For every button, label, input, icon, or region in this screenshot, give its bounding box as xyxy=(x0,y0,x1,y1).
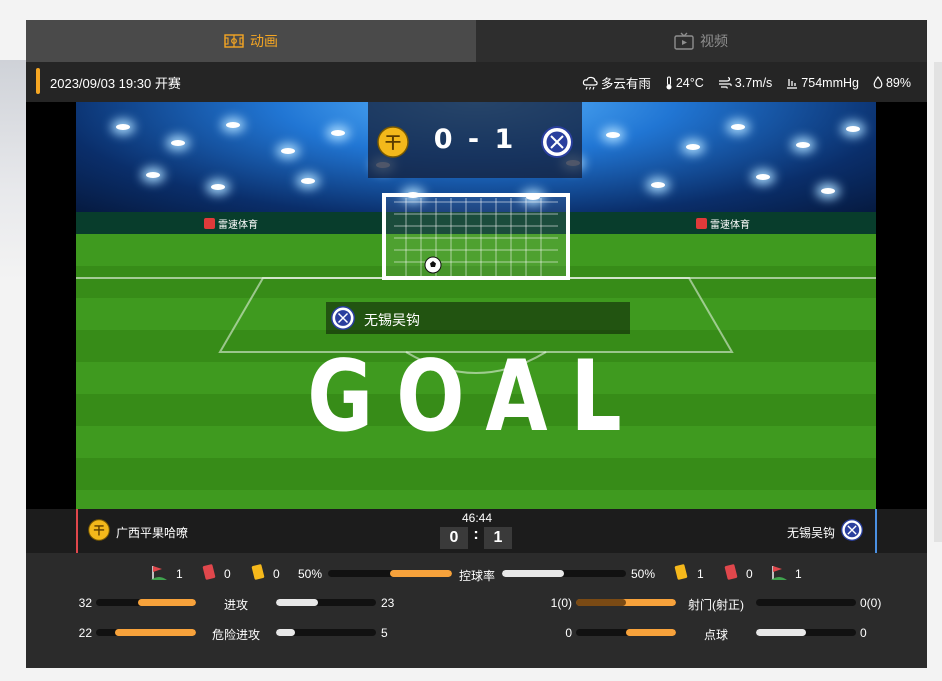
home-penalties-fill xyxy=(626,629,676,636)
home-shots-bar xyxy=(576,599,676,606)
home-team-name: 广西平果哈嘹 xyxy=(116,526,189,540)
home-yellow-card-icon xyxy=(251,564,265,580)
tab-animation-label: 动画 xyxy=(250,33,278,49)
away-red-cards: 0 xyxy=(746,567,753,581)
match-clock: 46:44 xyxy=(461,511,493,525)
home-shots: 1(0) xyxy=(550,596,572,610)
away-dangerous-attacks: 5 xyxy=(381,626,388,640)
away-attacks: 23 xyxy=(381,596,395,610)
match-info-bar: 2023/09/03 19:30 开赛 多云有雨 24°C 3.7m/s 754… xyxy=(26,62,927,102)
away-possession: 50% xyxy=(631,567,656,581)
home-color-bar xyxy=(76,509,78,553)
home-possession-bar xyxy=(328,570,452,577)
away-team-logo-icon xyxy=(841,519,863,541)
weather-info: 多云有雨 24°C 3.7m/s 754mmHg 89% xyxy=(582,73,911,92)
tab-video[interactable]: 视频 xyxy=(476,20,926,62)
goal-team-banner: 无锡吴钩 xyxy=(326,302,630,334)
attacks-label: 进攻 xyxy=(223,598,248,612)
weather-condition: 多云有雨 xyxy=(582,73,651,92)
humidity-value: 89% xyxy=(885,75,911,90)
penalties-label: 点球 xyxy=(703,628,728,642)
pitch-icon xyxy=(224,34,244,48)
kickoff-time: 2023/09/03 19:30 开赛 xyxy=(50,76,181,91)
home-possession: 50% xyxy=(298,567,323,581)
water-drop-icon xyxy=(873,76,883,89)
away-corners: 1 xyxy=(795,567,802,581)
away-dangerous-attacks-bar xyxy=(276,629,376,636)
temperature-value: 24°C xyxy=(675,75,704,90)
away-yellow-cards: 1 xyxy=(697,567,704,581)
away-shots-bar xyxy=(756,599,856,606)
humidity: 89% xyxy=(873,73,911,92)
home-dangerous-attacks-fill xyxy=(114,629,196,636)
weather-text: 多云有雨 xyxy=(600,77,651,91)
home-red-card-icon xyxy=(202,564,216,580)
home-attacks: 32 xyxy=(78,596,92,610)
home-possession-fill xyxy=(390,570,452,577)
home-corner-flag-icon xyxy=(151,566,167,580)
home-attacks-fill xyxy=(137,599,196,606)
team-score-bar: 干 广西平果哈嘹 46:44 0 : 1 无锡吴钩 xyxy=(26,509,927,553)
away-attacks-fill xyxy=(276,599,318,606)
pressure: 754mmHg xyxy=(786,73,859,92)
svg-text:干: 干 xyxy=(94,524,105,537)
home-team-logo-icon: 干 xyxy=(88,519,110,541)
page-scrollbar[interactable] xyxy=(934,62,942,542)
away-possession-bar xyxy=(502,570,626,577)
animation-stage: 雷速体育 雷速体育 干 0 - 1 无锡吴钩 GOAL xyxy=(26,102,927,509)
away-penalties: 0 xyxy=(860,626,867,640)
wind: 3.7m/s xyxy=(718,73,773,92)
away-color-bar xyxy=(875,509,877,553)
away-shots: 0(0) xyxy=(860,596,882,610)
away-dangerous-attacks-fill xyxy=(276,629,295,636)
possession-label: 控球率 xyxy=(458,569,495,583)
away-team-logo-icon xyxy=(331,306,355,330)
away-possession-fill xyxy=(502,570,564,577)
dangerous-attacks-label: 危险进攻 xyxy=(211,628,260,642)
shots-label: 射门(射正) xyxy=(688,598,744,612)
scoreboard-overlay: 干 0 - 1 xyxy=(368,102,582,178)
home-score: 0 xyxy=(440,527,468,549)
away-corner-flag-icon xyxy=(771,566,787,580)
tab-animation[interactable]: 动画 xyxy=(26,20,476,62)
home-yellow-cards: 0 xyxy=(273,567,280,581)
temperature: 24°C xyxy=(665,73,704,92)
football-icon xyxy=(424,256,442,274)
away-red-card-icon xyxy=(724,564,738,580)
home-corners: 1 xyxy=(176,567,183,581)
pressure-icon xyxy=(787,78,798,89)
cloud-rain-icon xyxy=(582,76,598,90)
score-separator: : xyxy=(473,526,479,543)
pressure-value: 754mmHg xyxy=(801,75,859,90)
wind-icon xyxy=(718,76,732,89)
home-penalties: 0 xyxy=(565,626,572,640)
away-team-name: 无锡吴钩 xyxy=(787,526,836,540)
match-stats: 1 0 0 50% 控球率 50% 1 0 1 32 进攻 23 22 危险进攻… xyxy=(26,553,927,668)
tv-play-icon xyxy=(674,32,694,50)
tab-video-label: 视频 xyxy=(700,33,728,49)
home-red-cards: 0 xyxy=(224,567,231,581)
away-penalties-fill xyxy=(756,629,806,636)
home-attacks-bar xyxy=(96,599,196,606)
away-team-logo-icon xyxy=(541,126,573,158)
away-attacks-bar xyxy=(276,599,376,606)
accent-bar xyxy=(36,68,40,94)
home-dangerous-attacks-bar xyxy=(96,629,196,636)
view-tabs: 动画 视频 xyxy=(26,20,927,62)
home-dangerous-attacks: 22 xyxy=(78,626,92,640)
away-penalties-bar xyxy=(756,629,856,636)
goal-team-name: 无锡吴钩 xyxy=(364,312,420,328)
wind-value: 3.7m/s xyxy=(734,75,773,90)
away-score: 1 xyxy=(484,527,512,549)
home-penalties-bar xyxy=(576,629,676,636)
home-shots-on-target-fill xyxy=(576,599,626,606)
away-yellow-card-icon xyxy=(674,564,688,580)
live-match-widget: 动画 视频 2023/09/03 19:30 开赛 多云有雨 24°C 3.7m… xyxy=(26,20,927,668)
thermometer-icon xyxy=(666,76,672,89)
pitch-animation: 雷速体育 雷速体育 干 0 - 1 无锡吴钩 GOAL xyxy=(76,102,876,509)
goal-text: GOAL xyxy=(307,340,645,454)
page-background-left xyxy=(0,60,26,280)
